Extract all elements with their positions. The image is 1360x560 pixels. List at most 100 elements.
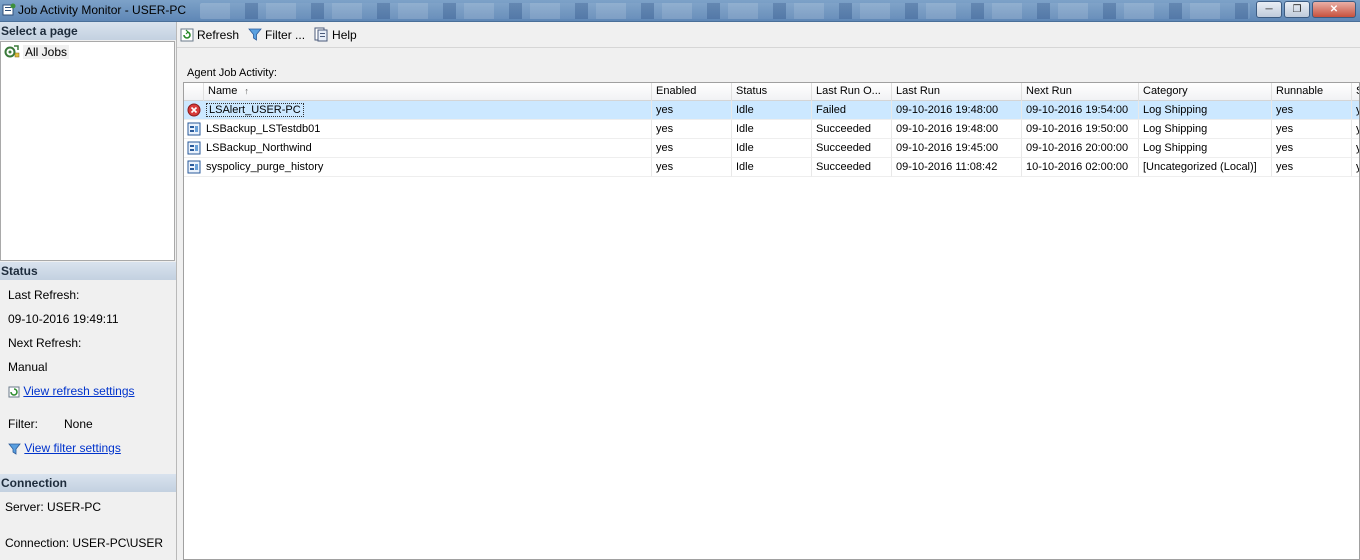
filter-icon xyxy=(248,28,262,41)
cell-last-run-outcome: Succeeded xyxy=(812,158,892,177)
job-monitor-app-icon xyxy=(2,3,16,16)
job-name: syspolicy_purge_history xyxy=(206,161,324,173)
column-header-name-label: Name xyxy=(208,85,238,97)
cell-category: [Uncategorized (Local)] xyxy=(1139,158,1272,177)
view-filter-row: View filter settings xyxy=(8,441,121,455)
connection-text: Connection: USER-PC\USER xyxy=(5,536,164,550)
close-button[interactable]: ✕ xyxy=(1312,1,1356,18)
job-name: LSBackup_Northwind xyxy=(206,142,312,154)
server-text: Server: USER-PC xyxy=(5,500,102,514)
column-header-name[interactable]: Name ↑ xyxy=(204,83,652,101)
column-header-status[interactable]: Status xyxy=(732,83,812,101)
cell-enabled: yes xyxy=(652,139,732,158)
toolbar: Refresh Filter ... Help xyxy=(177,22,1360,48)
page-item-label: All Jobs xyxy=(23,44,70,59)
table-row[interactable]: LSBackup_LSTestdb01 yes Idle Succeeded 0… xyxy=(184,120,1359,139)
refresh-button[interactable]: Refresh xyxy=(180,28,239,42)
next-refresh-value: Manual xyxy=(8,360,48,374)
filter-label: Filter: xyxy=(8,417,38,431)
cell-category: Log Shipping xyxy=(1139,101,1272,120)
cell-category: Log Shipping xyxy=(1139,139,1272,158)
last-refresh-value: 09-10-2016 19:49:11 xyxy=(8,312,119,326)
filter-label: Filter ... xyxy=(265,27,306,42)
column-header-last-run[interactable]: Last Run xyxy=(892,83,1022,101)
column-header-category[interactable]: Category xyxy=(1139,83,1272,101)
agent-job-activity-label: Agent Job Activity: xyxy=(187,67,277,79)
job-name: LSBackup_LSTestdb01 xyxy=(206,123,321,135)
cell-more: y xyxy=(1352,158,1359,177)
view-refresh-settings-link[interactable]: View refresh settings xyxy=(23,384,134,398)
window-title: Job Activity Monitor - USER-PC xyxy=(18,3,187,17)
cell-status: Idle xyxy=(732,120,812,139)
filter-icon xyxy=(8,443,21,455)
cell-name: LSBackup_LSTestdb01 xyxy=(184,120,652,139)
cell-runnable: yes xyxy=(1272,101,1352,120)
restore-button[interactable]: ❐ xyxy=(1284,1,1310,18)
minimize-icon: ─ xyxy=(1265,4,1273,15)
cell-status: Idle xyxy=(732,139,812,158)
table-row[interactable]: LSBackup_Northwind yes Idle Succeeded 09… xyxy=(184,139,1359,158)
help-button[interactable]: Help xyxy=(314,27,357,42)
connection-header: Connection xyxy=(0,474,176,492)
cell-next-run: 09-10-2016 20:00:00 xyxy=(1022,139,1139,158)
job-icon xyxy=(187,122,201,136)
restore-icon: ❐ xyxy=(1292,4,1302,15)
cell-status: Idle xyxy=(732,101,812,120)
cell-runnable: yes xyxy=(1272,158,1352,177)
cell-enabled: yes xyxy=(652,101,732,120)
column-header-enabled[interactable]: Enabled xyxy=(652,83,732,101)
cell-runnable: yes xyxy=(1272,120,1352,139)
help-label: Help xyxy=(332,27,357,42)
column-header-last-run-outcome[interactable]: Last Run O... xyxy=(812,83,892,101)
refresh-label: Refresh xyxy=(197,27,240,42)
column-header-next-run[interactable]: Next Run xyxy=(1022,83,1139,101)
filter-button[interactable]: Filter ... xyxy=(248,28,305,42)
filter-value: None xyxy=(64,417,93,431)
sort-ascending-icon: ↑ xyxy=(244,86,249,96)
cell-more: y xyxy=(1352,101,1359,120)
view-filter-settings-link[interactable]: View filter settings xyxy=(24,441,121,455)
page-list: All Jobs xyxy=(0,41,175,261)
cell-next-run: 09-10-2016 19:50:00 xyxy=(1022,120,1139,139)
cell-next-run: 09-10-2016 19:54:00 xyxy=(1022,101,1139,120)
column-header-icon[interactable] xyxy=(184,83,204,101)
title-bar: Job Activity Monitor - USER-PC ─ ❐ ✕ xyxy=(0,0,1360,22)
cell-last-run-outcome: Succeeded xyxy=(812,139,892,158)
cell-next-run: 10-10-2016 02:00:00 xyxy=(1022,158,1139,177)
help-icon xyxy=(314,27,328,42)
table-row[interactable]: syspolicy_purge_history yes Idle Succeed… xyxy=(184,158,1359,177)
jobs-icon xyxy=(4,45,20,58)
job-icon xyxy=(187,141,201,155)
job-activity-grid: Name ↑ Enabled Status Last Run O... Last… xyxy=(183,82,1360,560)
main-panel: Refresh Filter ... Help Agent Job Activi… xyxy=(177,22,1360,560)
cell-name: LSBackup_Northwind xyxy=(184,139,652,158)
job-failed-icon xyxy=(187,103,201,117)
table-row[interactable]: LSAlert_USER-PC yes Idle Failed 09-10-20… xyxy=(184,101,1359,120)
cell-category: Log Shipping xyxy=(1139,120,1272,139)
refresh-settings-icon xyxy=(8,386,20,398)
last-refresh-label: Last Refresh: xyxy=(8,288,80,302)
job-icon xyxy=(187,160,201,174)
status-header: Status xyxy=(0,262,176,280)
select-page-header: Select a page xyxy=(0,22,176,40)
page-item-all-jobs[interactable]: All Jobs xyxy=(4,44,70,59)
close-icon: ✕ xyxy=(1329,4,1339,15)
cell-name: LSAlert_USER-PC xyxy=(184,101,652,120)
column-header-more[interactable]: S xyxy=(1352,83,1359,101)
cell-runnable: yes xyxy=(1272,139,1352,158)
job-name: LSAlert_USER-PC xyxy=(206,103,304,117)
cell-last-run-outcome: Failed xyxy=(812,101,892,120)
minimize-button[interactable]: ─ xyxy=(1256,1,1282,18)
cell-enabled: yes xyxy=(652,158,732,177)
cell-last-run: 09-10-2016 19:48:00 xyxy=(892,120,1022,139)
column-header-runnable[interactable]: Runnable xyxy=(1272,83,1352,101)
background-taskbar-ghost xyxy=(200,3,1250,19)
cell-status: Idle xyxy=(732,158,812,177)
cell-name: syspolicy_purge_history xyxy=(184,158,652,177)
cell-last-run: 09-10-2016 19:45:00 xyxy=(892,139,1022,158)
cell-last-run-outcome: Succeeded xyxy=(812,120,892,139)
refresh-icon xyxy=(180,28,194,41)
cell-last-run: 09-10-2016 19:48:00 xyxy=(892,101,1022,120)
cell-last-run: 09-10-2016 11:08:42 xyxy=(892,158,1022,177)
grid-header: Name ↑ Enabled Status Last Run O... Last… xyxy=(184,83,1359,101)
